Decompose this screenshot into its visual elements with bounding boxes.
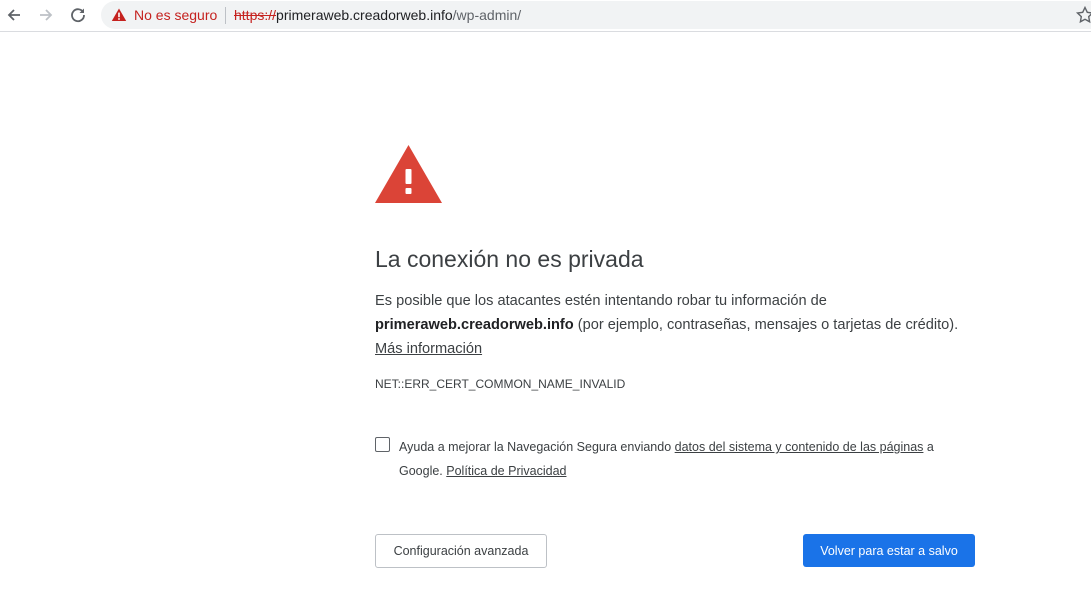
omnibox[interactable]: No es seguro https://primeraweb.creadorw… [101, 1, 1091, 29]
url-text[interactable]: https://primeraweb.creadorweb.info/wp-ad… [234, 7, 521, 23]
reload-icon [71, 8, 85, 23]
back-to-safety-button[interactable]: Volver para estar a salvo [803, 534, 975, 567]
system-data-link[interactable]: datos del sistema y contenido de las pág… [675, 440, 924, 454]
warning-triangle-icon [375, 145, 442, 203]
advanced-button[interactable]: Configuración avanzada [375, 534, 547, 568]
page-title: La conexión no es privada [375, 246, 644, 272]
back-button[interactable] [4, 5, 24, 25]
error-code: NET::ERR_CERT_COMMON_NAME_INVALID [375, 377, 626, 391]
optin-text: Ayuda a mejorar la Navegación Segura env… [399, 435, 969, 483]
optin-text-before: Ayuda a mejorar la Navegación Segura env… [399, 440, 675, 454]
omnibox-divider [225, 7, 226, 24]
description-text-after: (por ejemplo, contraseñas, mensajes o ta… [573, 317, 959, 333]
domain-name: primeraweb.creadorweb.info [375, 317, 574, 333]
url-path: /wp-admin/ [452, 7, 522, 23]
url-host: primeraweb.creadorweb.info [276, 7, 453, 23]
error-description: Es posible que los atacantes estén inten… [375, 289, 975, 361]
forward-button[interactable] [36, 5, 56, 25]
privacy-policy-link[interactable]: Política de Privacidad [446, 464, 566, 478]
browser-toolbar: No es seguro https://primeraweb.creadorw… [0, 0, 1091, 32]
optin-checkbox[interactable] [375, 437, 390, 452]
url-scheme: https:// [234, 7, 277, 23]
description-text-before: Es posible que los atacantes estén inten… [375, 293, 827, 309]
security-label[interactable]: No es seguro [134, 7, 217, 23]
bookmark-star-icon[interactable] [1075, 5, 1091, 25]
reload-button[interactable] [68, 5, 88, 25]
arrow-right-icon [40, 9, 53, 21]
arrow-left-icon [7, 9, 20, 21]
warning-icon[interactable] [111, 7, 127, 23]
more-info-link[interactable]: Más información [375, 341, 482, 357]
